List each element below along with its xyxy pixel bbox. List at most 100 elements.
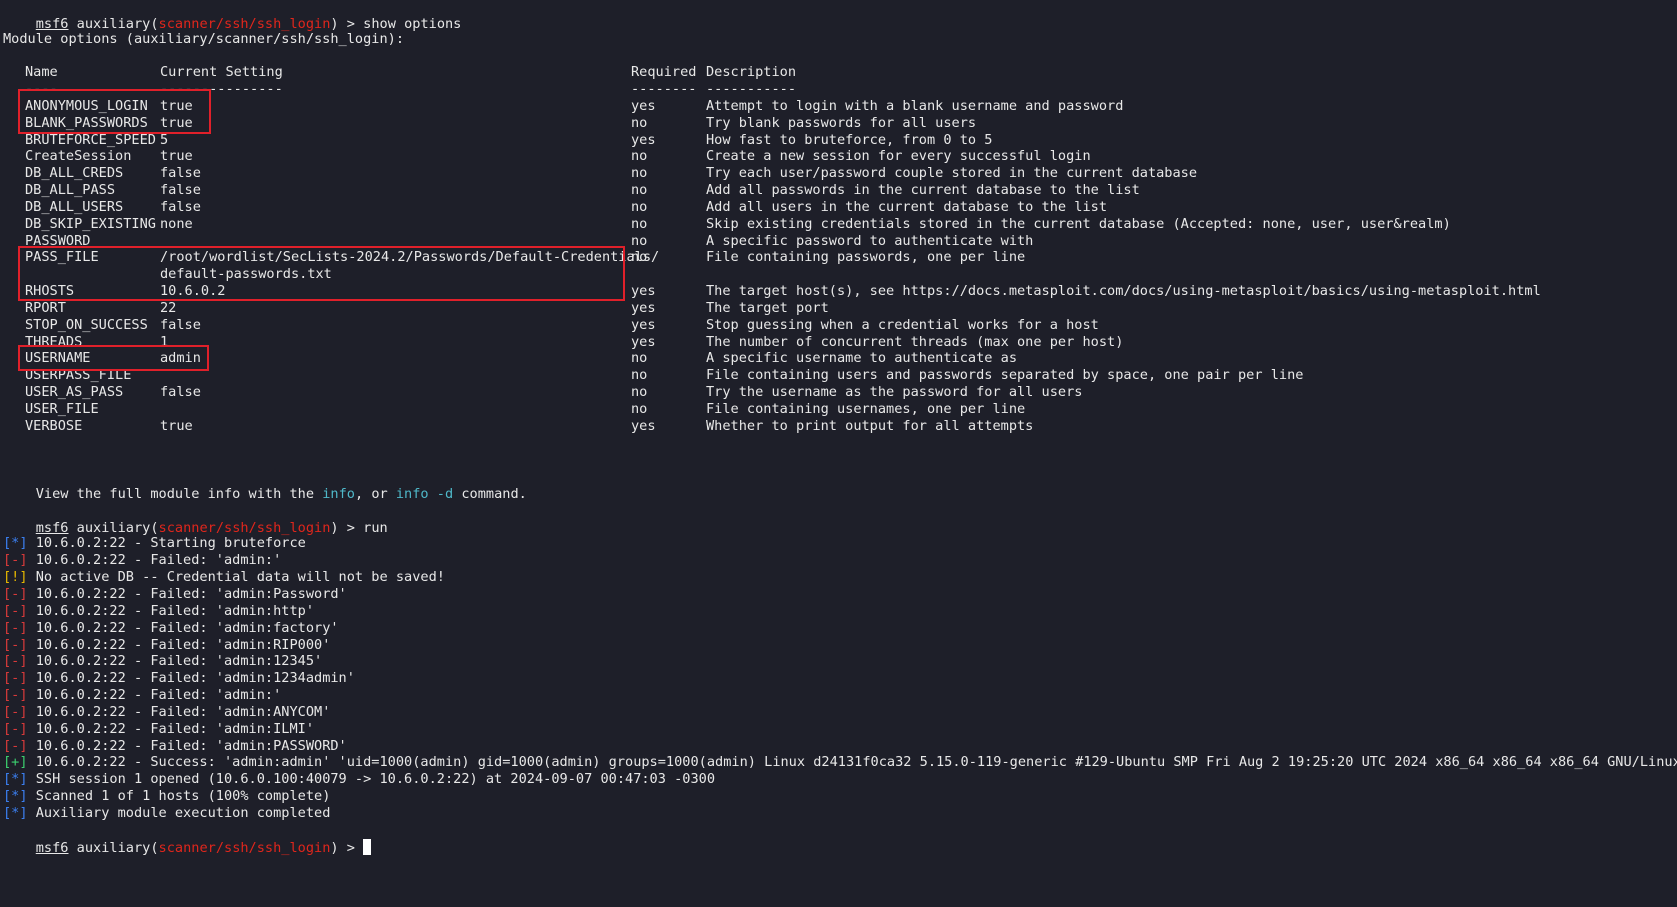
- option-description: File containing passwords, one per line: [706, 249, 1026, 265]
- option-description: File containing users and passwords sepa…: [706, 367, 1304, 383]
- option-name: RPORT: [25, 300, 66, 316]
- option-description: Attempt to login with a blank username a…: [706, 98, 1124, 114]
- output-line: [-] 10.6.0.2:22 - Failed: 'admin:1234adm…: [3, 669, 355, 687]
- output-text: 10.6.0.2:22 - Failed: 'admin:': [27, 552, 282, 568]
- option-required: no: [631, 182, 648, 198]
- option-description: Try the username as the password for all…: [706, 384, 1083, 400]
- option-required: no: [631, 199, 648, 215]
- option-required: yes: [631, 300, 656, 316]
- info-hint-pre: View the full module info with the: [35, 486, 323, 502]
- output-text: 10.6.0.2:22 - Failed: 'admin:Password': [27, 586, 347, 602]
- status-tag-error: [-]: [3, 637, 28, 653]
- underline-description: -----------: [706, 81, 797, 97]
- output-text: 10.6.0.2:22 - Failed: 'admin:PASSWORD': [27, 738, 347, 754]
- option-required: yes: [631, 98, 656, 114]
- output-line: [-] 10.6.0.2:22 - Failed: 'admin:': [3, 686, 281, 704]
- output-text: 10.6.0.2:22 - Failed: 'admin:1234admin': [27, 670, 355, 686]
- option-setting: false: [160, 182, 201, 198]
- option-name: DB_SKIP_EXISTING: [25, 216, 156, 232]
- info-d-command-link: info -d: [395, 486, 454, 502]
- option-required: no: [631, 401, 648, 417]
- option-description: A specific username to authenticate as: [706, 350, 1017, 366]
- status-tag-success: [+]: [3, 754, 28, 770]
- option-name: USER_AS_PASS: [25, 384, 124, 400]
- info-hint-post: command.: [453, 486, 527, 502]
- prompt-msf: msf6: [35, 840, 69, 856]
- status-tag-error: [-]: [3, 738, 28, 754]
- output-line: [-] 10.6.0.2:22 - Failed: 'admin:ILMI': [3, 720, 314, 738]
- status-tag-info: [*]: [3, 788, 28, 804]
- output-text: 10.6.0.2:22 - Success: 'admin:admin' 'ui…: [27, 754, 1677, 770]
- status-tag-info: [*]: [3, 805, 28, 821]
- info-hint-line: View the full module info with the info,…: [3, 467, 527, 502]
- info-command-link: info: [322, 486, 355, 502]
- output-text: 10.6.0.2:22 - Failed: 'admin:ILMI': [27, 721, 315, 737]
- option-name: DB_ALL_USERS: [25, 199, 124, 215]
- option-description: The target host(s), see https://docs.met…: [706, 283, 1541, 299]
- option-setting: false: [160, 317, 201, 333]
- option-name: USER_FILE: [25, 401, 99, 417]
- status-tag-error: [-]: [3, 670, 28, 686]
- prompt-module: scanner/ssh/ssh_login: [158, 840, 331, 856]
- output-line: [*] SSH session 1 opened (10.6.0.100:400…: [3, 770, 715, 788]
- output-text: Scanned 1 of 1 hosts (100% complete): [27, 788, 331, 804]
- option-setting: none: [160, 216, 193, 232]
- option-description: Whether to print output for all attempts: [706, 418, 1034, 434]
- option-required: no: [631, 350, 648, 366]
- status-tag-error: [-]: [3, 586, 28, 602]
- status-tag-warn: [!]: [3, 569, 28, 585]
- option-setting: false: [160, 199, 201, 215]
- output-line: [!] No active DB -- Credential data will…: [3, 568, 445, 586]
- output-line: [-] 10.6.0.2:22 - Failed: 'admin:12345': [3, 652, 322, 670]
- option-name: DB_ALL_CREDS: [25, 165, 124, 181]
- header-description: Description: [706, 64, 797, 80]
- output-line: [-] 10.6.0.2:22 - Failed: 'admin:Passwor…: [3, 585, 347, 603]
- output-text: 10.6.0.2:22 - Failed: 'admin:ANYCOM': [27, 704, 331, 720]
- output-line: [*] Auxiliary module execution completed: [3, 804, 330, 822]
- prompt-line-show-options: msf6 auxiliary(scanner/ssh/ssh_login) > …: [3, 0, 462, 32]
- option-description: File containing usernames, one per line: [706, 401, 1026, 417]
- output-line: [*] 10.6.0.2:22 - Starting bruteforce: [3, 534, 306, 552]
- option-description: Add all users in the current database to…: [706, 199, 1108, 215]
- option-description: Try blank passwords for all users: [706, 115, 977, 131]
- option-setting: false: [160, 165, 201, 181]
- output-text: 10.6.0.2:22 - Starting bruteforce: [27, 535, 306, 551]
- text-cursor[interactable]: [363, 839, 372, 855]
- output-text: 10.6.0.2:22 - Failed: 'admin:http': [27, 603, 315, 619]
- highlight-box-anonymous-blank: [18, 89, 211, 134]
- option-name: VERBOSE: [25, 418, 83, 434]
- status-tag-info: [*]: [3, 535, 28, 551]
- option-description: Stop guessing when a credential works fo…: [706, 317, 1099, 333]
- status-tag-error: [-]: [3, 721, 28, 737]
- header-setting: Current Setting: [160, 64, 283, 80]
- underline-required: --------: [631, 81, 697, 97]
- output-text: 10.6.0.2:22 - Failed: 'admin:12345': [27, 653, 323, 669]
- option-setting: 22: [160, 300, 177, 316]
- option-description: The target port: [706, 300, 829, 316]
- header-required: Required: [631, 64, 697, 80]
- status-tag-error: [-]: [3, 704, 28, 720]
- option-required: no: [631, 148, 648, 164]
- output-line: [*] Scanned 1 of 1 hosts (100% complete): [3, 787, 330, 805]
- terminal-window[interactable]: msf6 auxiliary(scanner/ssh/ssh_login) > …: [0, 0, 1677, 907]
- prompt-line-active[interactable]: msf6 auxiliary(scanner/ssh/ssh_login) >: [3, 821, 372, 856]
- option-setting: true: [160, 418, 193, 434]
- output-text: No active DB -- Credential data will not…: [27, 569, 445, 585]
- option-required: yes: [631, 317, 656, 333]
- output-text: 10.6.0.2:22 - Failed: 'admin:factory': [27, 620, 339, 636]
- option-name: DB_ALL_PASS: [25, 182, 116, 198]
- status-tag-error: [-]: [3, 552, 28, 568]
- output-text: 10.6.0.2:22 - Failed: 'admin:RIP000': [27, 637, 331, 653]
- prompt-prefix: auxiliary(: [68, 840, 159, 856]
- option-description: Create a new session for every successfu…: [706, 148, 1091, 164]
- option-required: no: [631, 216, 648, 232]
- prompt-line-run: msf6 auxiliary(scanner/ssh/ssh_login) > …: [3, 501, 388, 536]
- output-text: SSH session 1 opened (10.6.0.100:40079 -…: [27, 771, 716, 787]
- option-name: STOP_ON_SUCCESS: [25, 317, 148, 333]
- status-tag-info: [*]: [3, 771, 28, 787]
- module-options-title: Module options (auxiliary/scanner/ssh/ss…: [3, 31, 405, 47]
- prompt-suffix: ) >: [330, 840, 364, 856]
- option-required: no: [631, 249, 648, 265]
- status-tag-error: [-]: [3, 620, 28, 636]
- option-description: Try each user/password couple stored in …: [706, 165, 1198, 181]
